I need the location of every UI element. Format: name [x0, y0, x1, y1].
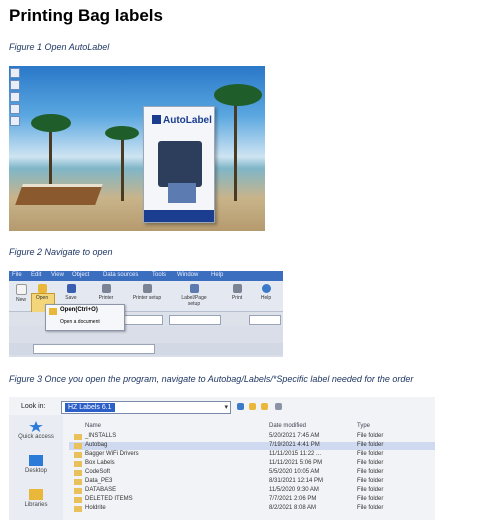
box-band — [144, 210, 214, 222]
file-row[interactable]: DELETED ITEMS 7/7/2021 2:06 PM File folder — [69, 496, 435, 504]
label-printer-image — [158, 141, 202, 187]
palm-tree — [121, 131, 124, 201]
folder-icon — [74, 434, 82, 440]
folder-icon — [74, 461, 82, 467]
back-icon[interactable] — [237, 403, 244, 410]
help-button[interactable]: Help — [257, 284, 275, 301]
look-in-dropdown[interactable]: HZ Labels 6.1 ▾ — [61, 401, 231, 414]
folder-icon — [74, 479, 82, 485]
folder-icon — [74, 488, 82, 494]
font-size-box[interactable] — [121, 315, 163, 325]
file-row[interactable]: DATABASE 11/5/2020 9:30 AM File folder — [69, 487, 435, 495]
label-page-setup-button[interactable]: Label/Page setup — [177, 284, 211, 307]
figure-2-caption: Figure 2 Navigate to open — [9, 247, 113, 257]
places-bar: Quick access Desktop Libraries — [9, 415, 63, 520]
up-folder-icon[interactable] — [249, 403, 256, 410]
printer-setup-button[interactable]: Printer setup — [127, 284, 167, 301]
file-row-autobag[interactable]: Autobag 7/19/2021 4:41 PM File folder — [69, 442, 435, 450]
page-title: Printing Bag labels — [9, 6, 163, 25]
desktop-place[interactable]: Desktop — [9, 455, 63, 474]
folder-icon — [74, 452, 82, 458]
folder-icon — [49, 308, 57, 315]
new-folder-icon[interactable] — [261, 403, 268, 410]
desktop-icon[interactable] — [10, 92, 20, 102]
menu-object[interactable]: Object — [72, 272, 89, 278]
file-row[interactable]: CodeSoft 5/5/2020 10:05 AM File folder — [69, 469, 435, 477]
menu-tools[interactable]: Tools — [152, 272, 166, 278]
save-icon — [66, 284, 76, 293]
desktop-icon[interactable] — [10, 68, 20, 78]
folder-icon — [74, 506, 82, 512]
palm-tree — [234, 91, 237, 201]
look-in-value: HZ Labels 6.1 — [65, 403, 115, 412]
style-box[interactable] — [169, 315, 221, 325]
libraries-place[interactable]: Libraries — [9, 489, 63, 508]
folder-icon — [74, 497, 82, 503]
figure-3-open-dialog-photo: Look in: HZ Labels 6.1 ▾ Quick access De… — [9, 397, 435, 520]
folder-icon — [37, 284, 47, 293]
figure-1-desktop-photo: AutoLabel — [9, 66, 265, 231]
menu-data-sources[interactable]: Data sources — [103, 272, 138, 278]
navigation-field[interactable] — [33, 344, 155, 354]
view-menu-icon[interactable] — [275, 403, 282, 410]
figure-2-toolbar-photo: File Edit View Object Data sources Tools… — [9, 271, 283, 357]
column-name[interactable]: Name — [85, 423, 101, 429]
menu-window[interactable]: Window — [177, 272, 198, 278]
star-icon — [29, 421, 43, 432]
print-button[interactable]: Print — [227, 284, 247, 301]
open-button[interactable]: Open — [33, 284, 51, 301]
desktop-icon[interactable] — [10, 80, 20, 90]
file-row[interactable]: Holdrite 8/2/2021 8:08 AM File folder — [69, 505, 435, 513]
chevron-down-icon: ▾ — [224, 404, 228, 411]
figure-1-caption: Figure 1 Open AutoLabel — [9, 42, 110, 52]
autolabel-product-box[interactable]: AutoLabel — [143, 106, 215, 223]
palm-leaves — [31, 114, 71, 132]
menu-bar: File Edit View Object Data sources Tools… — [9, 271, 283, 281]
new-document-icon — [15, 284, 27, 295]
look-in-label: Look in: — [21, 403, 46, 410]
new-button[interactable]: New — [12, 284, 30, 303]
printer-button[interactable]: Printer — [93, 284, 119, 301]
autolabel-logo: AutoLabel — [152, 115, 212, 126]
page-navigation-bar — [9, 343, 283, 355]
column-date-modified[interactable]: Date modified — [269, 423, 306, 429]
printer-setup-icon — [142, 284, 152, 293]
label-printer-image — [168, 183, 196, 203]
menu-edit[interactable]: Edit — [31, 272, 41, 278]
palm-leaves — [214, 84, 262, 106]
file-row[interactable]: Box Labels 11/11/2021 5:06 PM File folder — [69, 460, 435, 468]
desktop-icon[interactable] — [10, 116, 20, 126]
quick-access[interactable]: Quick access — [9, 421, 63, 440]
file-row[interactable]: Data_PE3 8/31/2021 12:14 PM File folder — [69, 478, 435, 486]
page-setup-icon — [189, 284, 199, 293]
menu-file[interactable]: File — [12, 272, 22, 278]
folder-icon — [74, 470, 82, 476]
save-button[interactable]: Save — [62, 284, 80, 301]
help-icon — [261, 284, 271, 293]
font-box[interactable] — [249, 315, 281, 325]
printer-icon — [101, 284, 111, 293]
libraries-icon — [29, 489, 43, 500]
open-dropdown: Open(Ctrl+O) Open a document — [45, 304, 125, 331]
folder-icon — [74, 443, 82, 449]
file-row[interactable]: Bagger WiFi Drivers 11/11/2015 11:22 ... F… — [69, 451, 435, 459]
figure-3-caption: Figure 3 Once you open the program, navi… — [9, 374, 414, 384]
menu-help[interactable]: Help — [211, 272, 223, 278]
file-row[interactable]: _INSTALLS 5/20/2021 7:45 AM File folder — [69, 433, 435, 441]
longtail-boat — [15, 184, 103, 205]
open-menu-hint: Open a document — [60, 319, 100, 325]
desktop-icon[interactable] — [10, 104, 20, 114]
desktop-icon — [29, 455, 43, 466]
palm-leaves — [105, 126, 139, 140]
open-menu-item[interactable]: Open(Ctrl+O) — [60, 307, 98, 313]
column-type[interactable]: Type — [357, 423, 370, 429]
print-icon — [232, 284, 242, 293]
menu-view[interactable]: View — [51, 272, 64, 278]
